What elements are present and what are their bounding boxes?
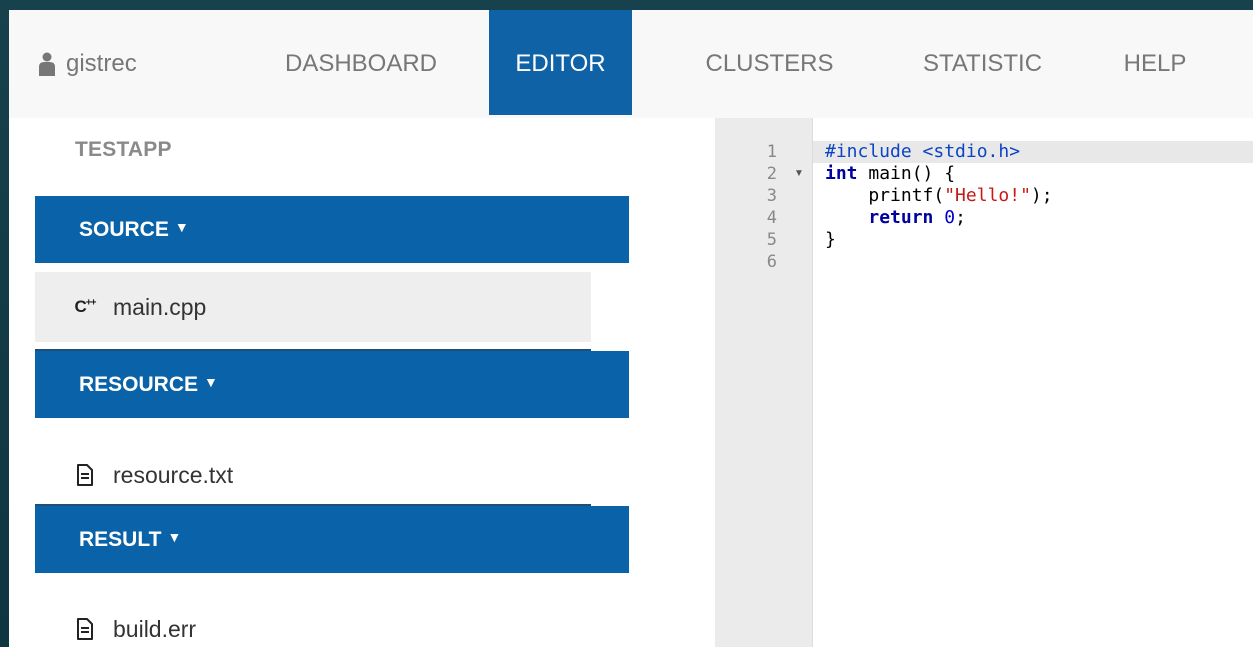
code-line-2[interactable]: int main() { xyxy=(825,163,955,185)
code-text: main() { xyxy=(857,163,956,184)
nav-help[interactable]: HELP xyxy=(1103,10,1207,115)
code-line-4[interactable]: return 0; xyxy=(825,207,966,229)
caret-down-icon: ▼ xyxy=(174,218,189,235)
code-editor[interactable]: 1 2 ▼ 3 4 5 6 #include <stdio.h> int mai… xyxy=(715,118,1253,647)
cpp-icon: C++ xyxy=(74,297,97,316)
file-main-cpp[interactable]: C++ main.cpp xyxy=(35,272,591,342)
file-resource-txt[interactable]: resource.txt xyxy=(35,440,591,510)
nav-clusters[interactable]: CLUSTERS xyxy=(680,10,859,115)
app-title: TESTAPP xyxy=(75,138,172,161)
app-window: gistrec DASHBOARD EDITOR CLUSTERS STATIS… xyxy=(9,10,1253,647)
keyword-token: return xyxy=(868,207,934,228)
user-menu[interactable]: gistrec xyxy=(38,47,137,81)
username: gistrec xyxy=(66,50,137,77)
code-line-1[interactable]: #include <stdio.h> xyxy=(825,141,1020,163)
section-source-header[interactable]: SOURCE ▼ xyxy=(35,196,629,263)
code-text: printf( xyxy=(825,185,945,206)
caret-down-icon: ▼ xyxy=(204,373,218,390)
line-number: 3 xyxy=(766,186,777,206)
section-title: RESOURCE xyxy=(79,372,199,396)
user-icon xyxy=(38,52,56,76)
code-text: } xyxy=(825,229,836,250)
string-token: "Hello!" xyxy=(944,185,1031,206)
file-text-icon xyxy=(75,464,95,486)
top-navbar: gistrec DASHBOARD EDITOR CLUSTERS STATIS… xyxy=(9,10,1253,119)
line-number: 5 xyxy=(766,230,777,250)
section-result-header[interactable]: RESULT ▼ xyxy=(35,506,629,573)
line-number: 6 xyxy=(766,252,777,272)
nav-editor[interactable]: EDITOR xyxy=(489,10,632,115)
file-sidebar: TESTAPP SOURCE ▼ C++ main.cpp RESOURCE ▼… xyxy=(9,118,715,647)
line-number: 2 xyxy=(766,164,777,184)
nav-statistic[interactable]: STATISTIC xyxy=(898,10,1067,115)
section-resource-header[interactable]: RESOURCE ▼ xyxy=(35,351,629,418)
caret-down-icon: ▼ xyxy=(167,528,182,545)
file-build-err[interactable]: build.err xyxy=(35,594,591,647)
line-number: 1 xyxy=(766,142,777,162)
preprocessor-token: #include <stdio.h> xyxy=(825,141,1021,162)
section-title: SOURCE xyxy=(79,217,169,241)
line-gutter: 1 2 ▼ 3 4 5 6 xyxy=(715,118,813,647)
file-name: build.err xyxy=(113,615,197,642)
keyword-token: int xyxy=(825,163,858,184)
section-title: RESULT xyxy=(79,527,162,551)
code-text: ); xyxy=(1030,185,1053,206)
nav-dashboard[interactable]: DASHBOARD xyxy=(241,10,481,115)
code-line-3[interactable]: printf("Hello!"); xyxy=(825,185,1053,207)
code-text: ; xyxy=(955,207,966,228)
number-token: 0 xyxy=(944,207,956,228)
file-text-icon xyxy=(75,618,95,640)
file-name: main.cpp xyxy=(113,293,207,320)
code-line-5[interactable]: } xyxy=(825,229,836,251)
line-number: 4 xyxy=(766,208,777,228)
fold-arrow-icon[interactable]: ▼ xyxy=(794,163,804,185)
file-name: resource.txt xyxy=(113,461,234,488)
